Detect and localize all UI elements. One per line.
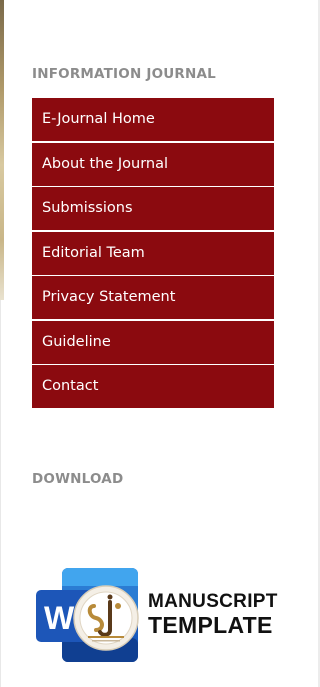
menu-item-submissions[interactable]: Submissions [32,187,274,230]
background-image-edge [0,0,4,300]
menu-item-privacy-statement[interactable]: Privacy Statement [32,276,274,319]
menu-item-ejournal-home[interactable]: E-Journal Home [32,98,274,141]
sidebar-page: INFORMATION JOURNAL E-Journal Home About… [0,0,320,687]
information-journal-heading: INFORMATION JOURNAL [32,66,216,82]
download-heading: DOWNLOAD [32,471,124,487]
manuscript-template-link[interactable]: W MANUSCRIPT TEMPLATE [36,566,280,664]
manuscript-label: MANUSCRIPT [148,591,278,612]
menu-item-editorial-team[interactable]: Editorial Team [32,231,274,275]
menu-item-guideline[interactable]: Guideline [32,320,274,364]
manuscript-template-label: MANUSCRIPT TEMPLATE [148,592,278,637]
template-label: TEMPLATE [148,612,273,638]
journal-menu: E-Journal Home About the Journal Submiss… [32,98,274,410]
word-w-letter: W [44,600,75,636]
left-border [0,300,1,687]
menu-item-contact[interactable]: Contact [32,365,274,408]
menu-item-about-journal[interactable]: About the Journal [32,142,274,186]
word-document-icon: W [36,568,139,662]
